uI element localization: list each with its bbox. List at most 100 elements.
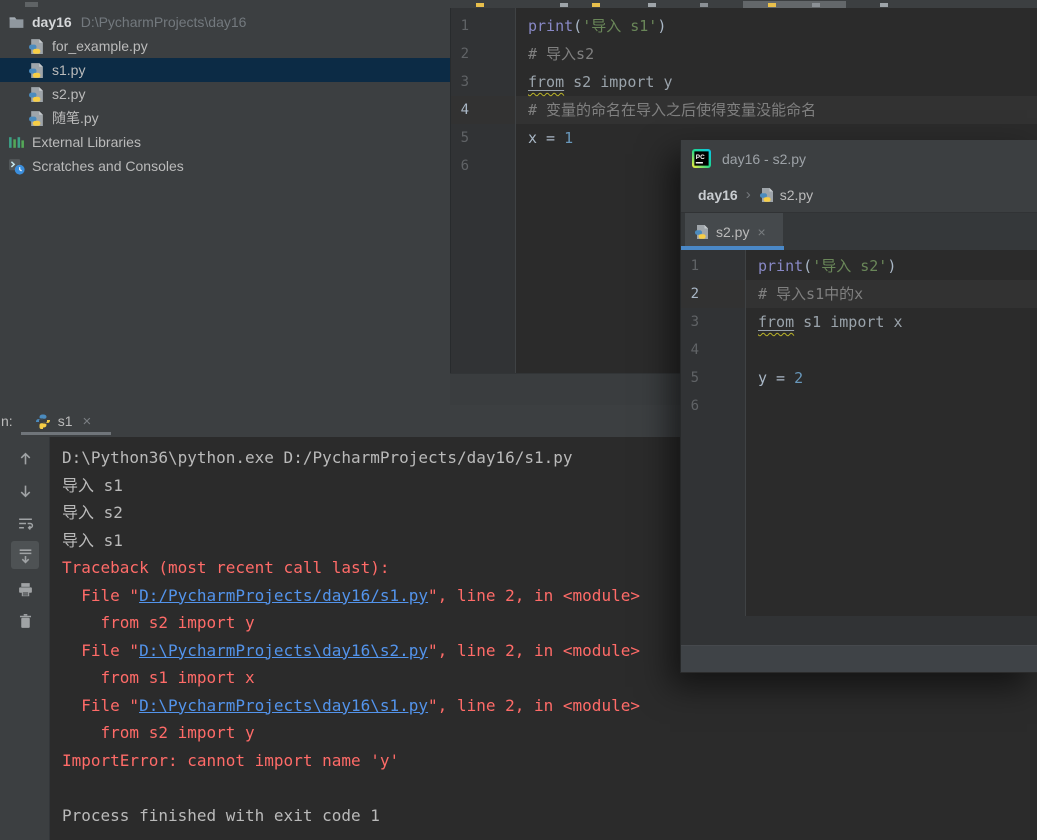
stack-trace-link[interactable]: D:\PycharmProjects\day16\s2.py xyxy=(139,641,428,660)
active-tab-fragment xyxy=(743,1,846,8)
run-tab-s1[interactable]: s1 xyxy=(58,413,73,429)
code-area[interactable]: print('导入 s2') # 导入s1中的x from s1 import x y… xyxy=(746,250,1037,616)
active-tab-underline xyxy=(681,246,784,250)
close-icon[interactable]: × xyxy=(82,414,91,429)
project-tree-panel: day16 D:\PycharmProjects\day16 for_example… xyxy=(0,8,450,405)
tree-item-label: for_example.py xyxy=(52,38,148,54)
pyfile-icon xyxy=(28,38,45,55)
python-logo-icon xyxy=(35,413,51,429)
line-number: 2 xyxy=(681,280,745,308)
code-line[interactable]: # 导入s1中的x xyxy=(746,280,1037,308)
soft-wrap-icon[interactable] xyxy=(11,509,39,537)
tree-item-s1-py[interactable]: s1.py xyxy=(0,58,450,82)
tab-icon-fragment xyxy=(880,3,888,7)
code-line[interactable]: # 导入s2 xyxy=(516,40,1037,68)
breadcrumb: day16 › s2.py xyxy=(681,177,1037,213)
tree-item-label: External Libraries xyxy=(32,134,141,150)
s2-editor-window[interactable]: day16 - s2.py day16 › s2.py s2.py × 1 2 3 4… xyxy=(680,140,1037,673)
unresolved-import-keyword: from xyxy=(528,73,565,91)
tree-item-label: 随笔.py xyxy=(52,110,99,126)
tab-icon-fragment xyxy=(560,3,568,7)
up-arrow-icon[interactable] xyxy=(11,444,39,472)
scratches-icon xyxy=(8,158,25,175)
editor-tab-strip[interactable] xyxy=(0,0,1037,8)
pyfile-icon xyxy=(28,62,45,79)
tab-s2-py[interactable]: s2.py × xyxy=(685,213,783,250)
code-line[interactable]: from s1 import x xyxy=(746,308,1037,336)
code-line[interactable]: print('导入 s2') xyxy=(746,252,1037,280)
console-line: from s2 import y xyxy=(62,723,255,742)
code-line[interactable]: from s2 import y xyxy=(516,68,1037,96)
line-number: 5 xyxy=(460,130,469,146)
tab-icon-fragment xyxy=(768,3,776,7)
editor-tabbar: s2.py × xyxy=(681,213,1037,250)
folder-icon xyxy=(8,14,25,31)
tree-item-label: s2.py xyxy=(52,86,86,102)
down-arrow-icon[interactable] xyxy=(11,477,39,505)
stack-trace-link[interactable]: D:/PycharmProjects/day16/s1.py xyxy=(139,586,428,605)
line-number: 1 xyxy=(690,258,699,274)
project-path: D:\PycharmProjects\day16 xyxy=(80,14,247,30)
line-number: 3 xyxy=(460,74,469,90)
window-statusbar xyxy=(681,645,1037,672)
tab-label: s2.py xyxy=(716,223,750,240)
tree-item-suibi-py[interactable]: 随笔.py xyxy=(0,106,450,130)
pyfile-icon xyxy=(28,110,45,127)
console-line: ImportError: cannot import name 'y' xyxy=(62,750,400,770)
stack-trace-link[interactable]: D:\PycharmProjects\day16\s1.py xyxy=(139,696,428,715)
python-file-icon xyxy=(694,224,710,240)
line-number: 1 xyxy=(460,18,469,34)
console-line: File "D:\PycharmProjects\day16\s1.py", l… xyxy=(62,695,640,715)
run-label-cutoff: n: xyxy=(1,413,13,429)
breadcrumb-project[interactable]: day16 xyxy=(698,187,738,203)
pyfile-icon xyxy=(28,86,45,103)
line-number: 3 xyxy=(690,314,699,330)
tree-item-scratches-consoles[interactable]: Scratches and Consoles xyxy=(0,154,450,178)
tree-item-label: Scratches and Consoles xyxy=(32,158,184,174)
pycharm-logo-icon xyxy=(692,149,711,168)
line-number: 6 xyxy=(460,158,469,174)
tree-item-day16[interactable]: day16 D:\PycharmProjects\day16 xyxy=(0,10,450,34)
scroll-to-end-icon[interactable] xyxy=(11,541,39,569)
line-number: 5 xyxy=(690,370,699,386)
code-line[interactable] xyxy=(746,392,1037,420)
tree-item-external-libraries[interactable]: External Libraries xyxy=(0,130,450,154)
line-number-gutter: 1 2 3 4 5 6 xyxy=(451,8,516,373)
chevron-right-icon: › xyxy=(745,186,751,203)
line-number: 2 xyxy=(460,46,469,62)
tree-item-label: s1.py xyxy=(52,62,86,78)
tree-item-label: day16 xyxy=(32,14,72,30)
code-line[interactable]: y = 2 xyxy=(746,364,1037,392)
line-number-gutter: 1 2 3 4 5 6 xyxy=(681,250,746,616)
close-icon[interactable]: × xyxy=(757,224,765,240)
tree-item-for-example-py[interactable]: for_example.py xyxy=(0,34,450,58)
window-title: day16 - s2.py xyxy=(722,150,807,167)
s2-editor[interactable]: 1 2 3 4 5 6 print('导入 s2') # 导入s1中的x from s1 im… xyxy=(681,250,1037,616)
print-icon[interactable] xyxy=(11,575,39,603)
code-line[interactable]: print('导入 s1') xyxy=(516,12,1037,40)
tab-icon-fragment xyxy=(648,3,656,7)
tab-icon-fragment xyxy=(812,3,820,7)
code-line[interactable]: # 变量的命名在导入之后使得变量没能命名 xyxy=(516,96,1037,124)
window-titlebar[interactable]: day16 - s2.py xyxy=(681,140,1037,177)
tree-item-s2-py[interactable]: s2.py xyxy=(0,82,450,106)
run-tab-underline xyxy=(21,432,111,435)
code-line[interactable] xyxy=(746,336,1037,364)
window-bottom-strip xyxy=(681,616,1037,645)
tab-icon-fragment xyxy=(592,3,600,7)
tab-icon-fragment xyxy=(700,3,708,7)
console-line: Process finished with exit code 1 xyxy=(62,805,380,825)
tab-icon-fragment xyxy=(25,2,38,7)
pycharm-window: day16 D:\PycharmProjects\day16 for_example… xyxy=(0,0,1037,840)
clear-all-icon[interactable] xyxy=(11,607,39,635)
extlibs-icon xyxy=(8,134,25,151)
tab-icon-fragment xyxy=(476,3,484,7)
line-number: 4 xyxy=(451,96,515,124)
breadcrumb-file[interactable]: s2.py xyxy=(780,187,813,203)
unresolved-import-keyword: from xyxy=(758,313,795,331)
python-file-icon xyxy=(759,187,775,203)
project-tree: day16 D:\PycharmProjects\day16 for_example… xyxy=(0,10,450,178)
console-toolbar xyxy=(0,437,50,840)
line-number: 6 xyxy=(690,398,699,414)
